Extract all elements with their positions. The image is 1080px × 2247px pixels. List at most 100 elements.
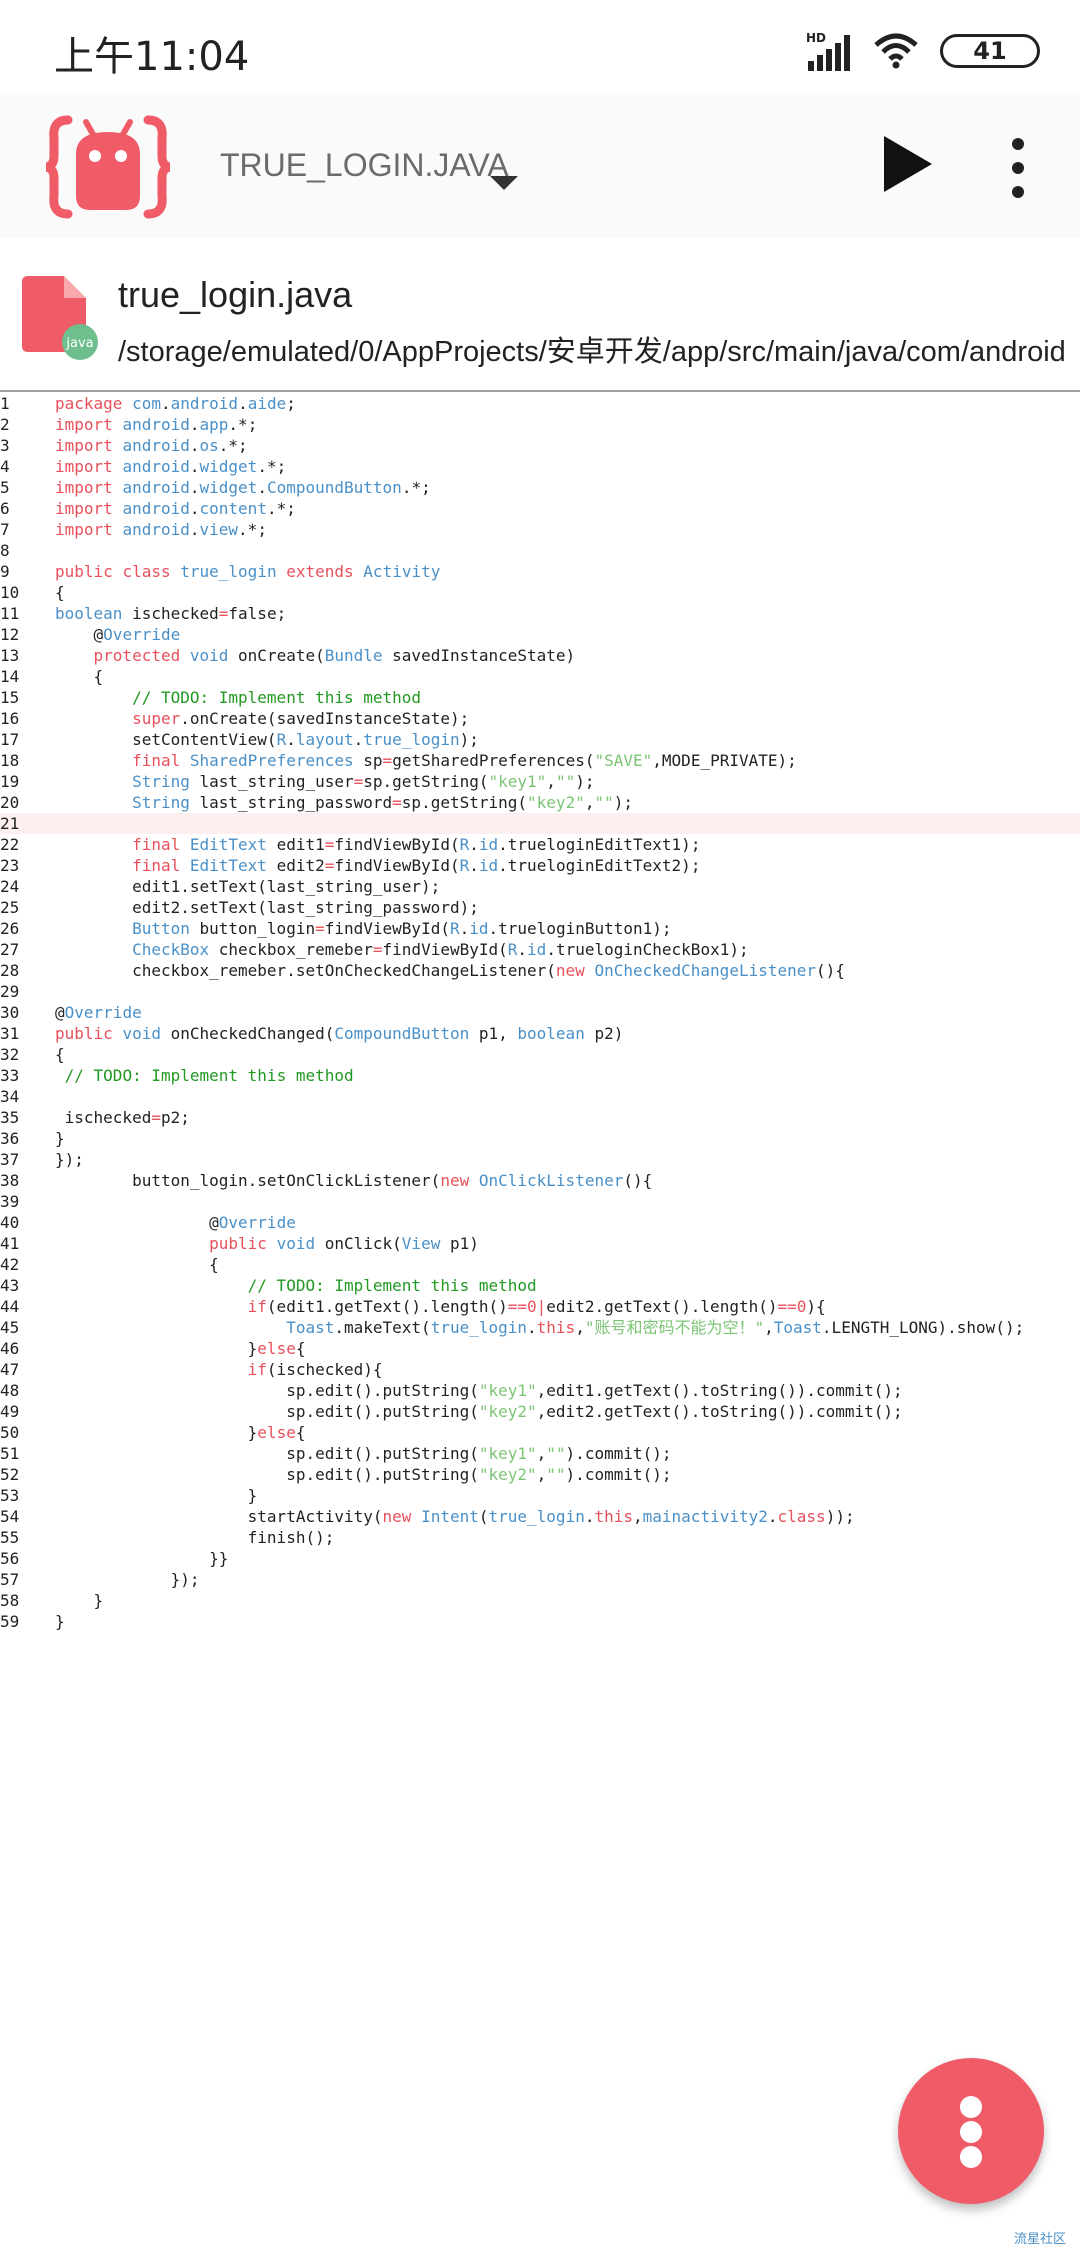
code-line[interactable]: 28 checkbox_remeber.setOnCheckedChangeLi… bbox=[0, 960, 1080, 981]
android-logo-icon bbox=[46, 115, 170, 219]
line-text: edit1.setText(last_string_user); bbox=[55, 877, 441, 896]
line-text: // TODO: Implement this method bbox=[64, 1066, 354, 1085]
code-line[interactable]: 1 package com.android.aide; bbox=[0, 393, 1080, 414]
code-line[interactable]: 22 final EditText edit1=findViewById(R.i… bbox=[0, 834, 1080, 855]
code-line[interactable]: 54 startActivity(new Intent(true_login.t… bbox=[0, 1506, 1080, 1527]
line-number: 49 bbox=[0, 1402, 20, 1421]
line-text: public void onCheckedChanged(CompoundBut… bbox=[55, 1024, 624, 1043]
code-line[interactable]: 12 @Override bbox=[0, 624, 1080, 645]
line-number: 46 bbox=[0, 1339, 20, 1358]
code-line[interactable]: 25 edit2.setText(last_string_password); bbox=[0, 897, 1080, 918]
line-text: ischecked=p2; bbox=[55, 1108, 190, 1127]
hd-label: HD bbox=[806, 31, 826, 45]
line-text: import android.os.*; bbox=[55, 436, 248, 455]
line-text: }else{ bbox=[55, 1423, 306, 1442]
code-line[interactable]: 17 setContentView(R.layout.true_login); bbox=[0, 729, 1080, 750]
code-line[interactable]: 26 Button button_login=findViewById(R.id… bbox=[0, 918, 1080, 939]
status-icons: HD 41 bbox=[806, 26, 1040, 76]
line-number: 35 bbox=[0, 1108, 20, 1127]
code-line[interactable]: 52 sp.edit().putString("key2","").commit… bbox=[0, 1464, 1080, 1485]
play-icon[interactable] bbox=[884, 136, 932, 192]
code-line[interactable]: 27 CheckBox checkbox_remeber=findViewByI… bbox=[0, 939, 1080, 960]
code-line[interactable]: 7 import android.view.*; bbox=[0, 519, 1080, 540]
code-line[interactable]: 5 import android.widget.CompoundButton.*; bbox=[0, 477, 1080, 498]
code-line[interactable]: 34 bbox=[0, 1086, 1080, 1107]
code-line[interactable]: 56 }} bbox=[0, 1548, 1080, 1569]
code-line[interactable]: 42 { bbox=[0, 1254, 1080, 1275]
code-line[interactable]: 16 super.onCreate(savedInstanceState); bbox=[0, 708, 1080, 729]
line-text: button_login.setOnClickListener(new OnCl… bbox=[55, 1171, 653, 1190]
code-line[interactable]: 55 finish(); bbox=[0, 1527, 1080, 1548]
code-line[interactable]: 11 boolean ischecked=false; bbox=[0, 603, 1080, 624]
code-line[interactable]: 30 @Override bbox=[0, 1002, 1080, 1023]
code-line[interactable]: 46 }else{ bbox=[0, 1338, 1080, 1359]
code-line[interactable]: 3 import android.os.*; bbox=[0, 435, 1080, 456]
code-line[interactable]: 10 { bbox=[0, 582, 1080, 603]
code-line[interactable]: 53 } bbox=[0, 1485, 1080, 1506]
line-text: import android.app.*; bbox=[55, 415, 258, 434]
fab-dot bbox=[960, 2096, 982, 2118]
code-line[interactable]: 14 { bbox=[0, 666, 1080, 687]
more-vert-icon[interactable] bbox=[1006, 138, 1030, 198]
code-line[interactable]: 47 if(ischecked){ bbox=[0, 1359, 1080, 1380]
code-line[interactable]: 41 public void onClick(View p1) bbox=[0, 1233, 1080, 1254]
line-text: } bbox=[55, 1612, 65, 1631]
line-text: sp.edit().putString("key2",edit2.getText… bbox=[55, 1402, 903, 1421]
file-title[interactable]: TRUE_LOGIN.JAVA bbox=[220, 146, 509, 184]
line-number: 29 bbox=[0, 982, 20, 1001]
code-line[interactable]: 48 sp.edit().putString("key1",edit1.getT… bbox=[0, 1380, 1080, 1401]
code-line[interactable]: 35 ischecked=p2; bbox=[0, 1107, 1080, 1128]
code-line[interactable]: 6 import android.content.*; bbox=[0, 498, 1080, 519]
fab-more-button[interactable] bbox=[898, 2058, 1044, 2204]
line-text: if(edit1.getText().length()==0|edit2.get… bbox=[247, 1297, 826, 1316]
status-bar: 上午11:04 HD 41 bbox=[0, 0, 1080, 96]
line-text: protected void onCreate(Bundle savedInst… bbox=[93, 646, 576, 665]
line-number: 24 bbox=[0, 877, 20, 896]
line-text: sp.edit().putString("key1",edit1.getText… bbox=[55, 1381, 903, 1400]
line-text: String last_string_password=sp.getString… bbox=[132, 793, 633, 812]
code-line[interactable]: 45 Toast.makeText(true_login.this,"账号和密码… bbox=[0, 1317, 1080, 1338]
code-line[interactable]: 39 bbox=[0, 1191, 1080, 1212]
line-text: public void onClick(View p1) bbox=[209, 1234, 479, 1253]
code-line[interactable]: 9 public class true_login extends Activit… bbox=[0, 561, 1080, 582]
code-line[interactable]: 20 String last_string_password=sp.getStr… bbox=[0, 792, 1080, 813]
line-text: boolean ischecked=false; bbox=[55, 604, 287, 623]
code-line[interactable]: 51 sp.edit().putString("key1","").commit… bbox=[0, 1443, 1080, 1464]
code-line[interactable]: 15 // TODO: Implement this method bbox=[0, 687, 1080, 708]
code-line[interactable]: 21 bbox=[0, 813, 1080, 834]
code-editor[interactable]: 1 package com.android.aide; 2 import androi… bbox=[0, 393, 1080, 1632]
code-line[interactable]: 18 final SharedPreferences sp=getSharedP… bbox=[0, 750, 1080, 771]
code-line[interactable]: 40 @Override bbox=[0, 1212, 1080, 1233]
line-number: 22 bbox=[0, 835, 20, 854]
code-line[interactable]: 23 final EditText edit2=findViewById(R.i… bbox=[0, 855, 1080, 876]
code-line[interactable]: 50 }else{ bbox=[0, 1422, 1080, 1443]
code-line[interactable]: 29 bbox=[0, 981, 1080, 1002]
code-line[interactable]: 31 public void onCheckedChanged(CompoundB… bbox=[0, 1023, 1080, 1044]
code-line[interactable]: 2 import android.app.*; bbox=[0, 414, 1080, 435]
line-text: { bbox=[55, 583, 65, 602]
line-number: 27 bbox=[0, 940, 20, 959]
line-text: super.onCreate(savedInstanceState); bbox=[132, 709, 470, 728]
code-line[interactable]: 49 sp.edit().putString("key2",edit2.getT… bbox=[0, 1401, 1080, 1422]
code-line[interactable]: 33 // TODO: Implement this method bbox=[0, 1065, 1080, 1086]
code-line[interactable]: 44 if(edit1.getText().length()==0|edit2.… bbox=[0, 1296, 1080, 1317]
line-number: 26 bbox=[0, 919, 20, 938]
code-line[interactable]: 8 bbox=[0, 540, 1080, 561]
code-line[interactable]: 38 button_login.setOnClickListener(new O… bbox=[0, 1170, 1080, 1191]
code-line[interactable]: 4 import android.widget.*; bbox=[0, 456, 1080, 477]
code-line[interactable]: 19 String last_string_user=sp.getString(… bbox=[0, 771, 1080, 792]
code-line[interactable]: 37}); bbox=[0, 1149, 1080, 1170]
code-line[interactable]: 59} bbox=[0, 1611, 1080, 1632]
line-text: }); bbox=[55, 1150, 84, 1169]
code-line[interactable]: 24 edit1.setText(last_string_user); bbox=[0, 876, 1080, 897]
code-line[interactable]: 57 }); bbox=[0, 1569, 1080, 1590]
code-line[interactable]: 43 // TODO: Implement this method bbox=[0, 1275, 1080, 1296]
line-number: 34 bbox=[0, 1087, 20, 1106]
code-line[interactable]: 36} bbox=[0, 1128, 1080, 1149]
chevron-down-icon[interactable] bbox=[490, 176, 518, 190]
line-text: import android.widget.*; bbox=[55, 457, 287, 476]
code-line[interactable]: 32 { bbox=[0, 1044, 1080, 1065]
code-line[interactable]: 13 protected void onCreate(Bundle savedI… bbox=[0, 645, 1080, 666]
code-line[interactable]: 58 } bbox=[0, 1590, 1080, 1611]
line-number: 41 bbox=[0, 1234, 20, 1253]
